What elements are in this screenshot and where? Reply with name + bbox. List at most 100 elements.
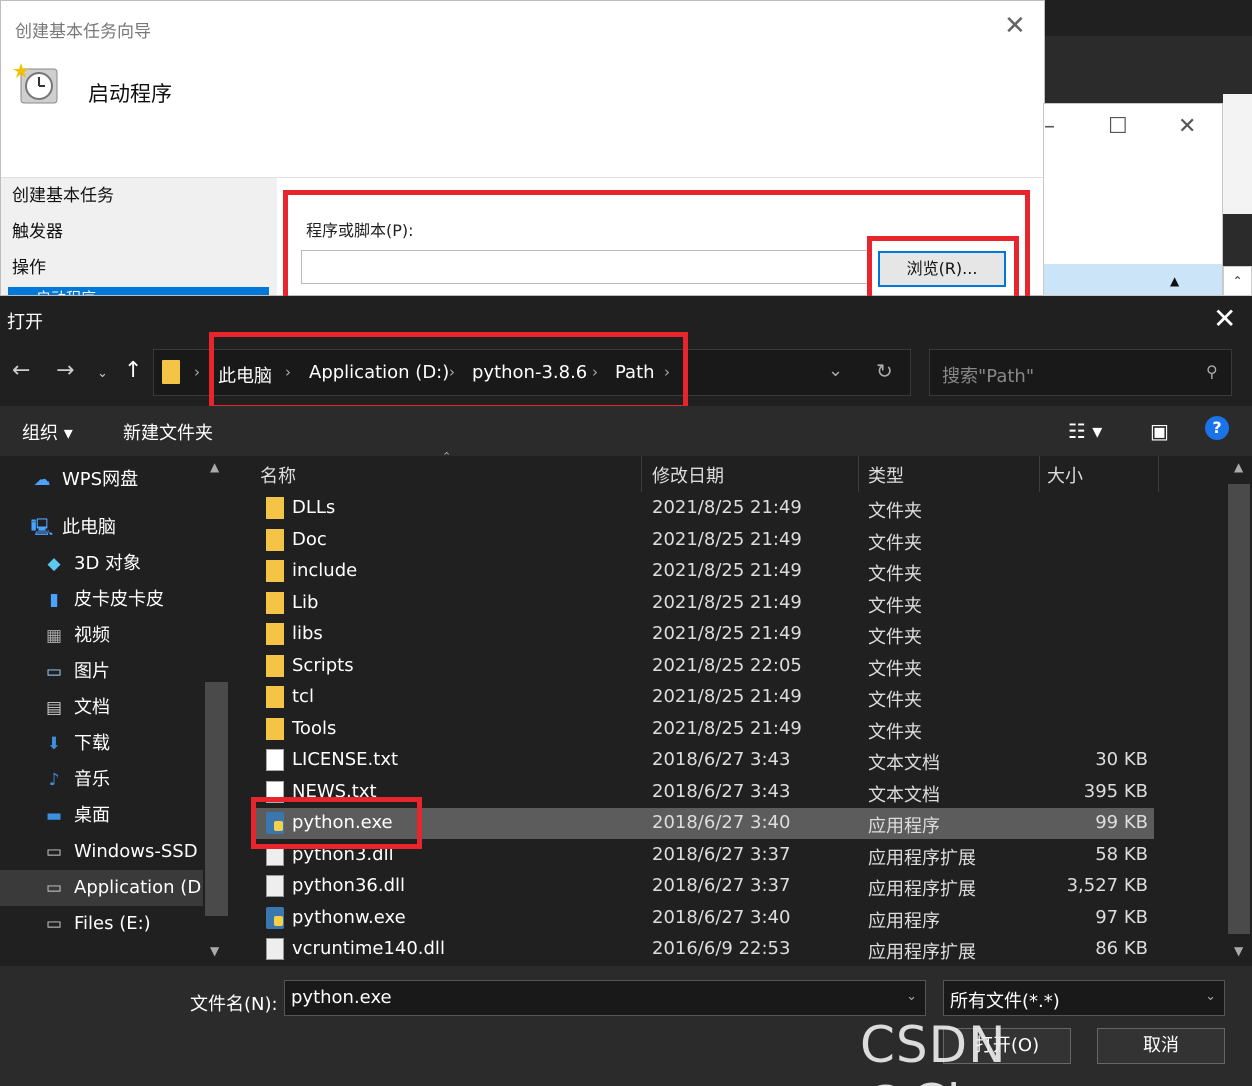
sidebar-item-label: 下载	[74, 733, 110, 754]
file-list-scrollbar[interactable]: ▲ ▼	[1226, 456, 1252, 966]
file-size: 3,527 KB	[1066, 875, 1148, 896]
file-date: 2021/8/25 21:49	[652, 591, 802, 613]
sidebar-item[interactable]: ▭ Files (E:)	[42, 906, 151, 942]
refresh-icon[interactable]: ↻	[876, 359, 893, 383]
new-folder-button[interactable]: 新建文件夹	[123, 419, 213, 445]
file-row[interactable]: libs 2021/8/25 21:49 文件夹	[256, 619, 1154, 650]
background-edge: ⌃	[1223, 36, 1252, 296]
column-divider[interactable]	[858, 456, 859, 492]
scroll-up-icon[interactable]: ▲	[1234, 460, 1243, 474]
folder-icon	[266, 623, 284, 645]
sidebar-item[interactable]: ▦ 视频	[42, 618, 110, 654]
view-options-icon[interactable]: ☷ ▾	[1068, 419, 1102, 443]
sidebar-item[interactable]: ▮ 皮卡皮卡皮	[42, 582, 164, 618]
column-divider[interactable]	[1158, 456, 1159, 492]
column-header-size[interactable]: 大小	[1047, 462, 1083, 488]
watermark: CSDN @Chorgy	[860, 1016, 1094, 1086]
search-icon[interactable]: ⚲	[1206, 362, 1218, 381]
search-placeholder: 搜索"Path"	[942, 366, 1035, 387]
scroll-down-icon[interactable]: ▼	[210, 944, 219, 958]
sidebar-item-label: 文档	[74, 697, 110, 718]
document-icon: ▤	[45, 698, 63, 718]
filename-value[interactable]: python.exe	[291, 987, 392, 1008]
up-arrow-icon[interactable]: ↑	[124, 358, 142, 383]
scroll-up-icon[interactable]: ⌃	[1223, 266, 1252, 296]
minimize-icon[interactable]: –	[1044, 114, 1055, 139]
sidebar-item[interactable]: ▭ Application (D:)	[0, 870, 214, 906]
dll-file-icon	[266, 875, 284, 897]
wizard-step-create[interactable]: 创建基本任务	[12, 181, 114, 206]
file-row[interactable]: Lib 2021/8/25 21:49 文件夹	[256, 588, 1154, 619]
cloud-icon: ☁	[33, 470, 51, 490]
file-row[interactable]: vcruntime140.dll 2016/6/9 22:53 应用程序扩展 86 K…	[256, 934, 1154, 965]
file-name: python36.dll	[292, 875, 406, 896]
chevron-right-icon[interactable]: ›	[194, 363, 200, 381]
preview-pane-icon[interactable]: ▣	[1150, 419, 1169, 443]
file-type-value[interactable]: 所有文件(*.*)	[950, 987, 1060, 1013]
file-row[interactable]: python36.dll 2018/6/27 3:37 应用程序扩展 3,527 KB	[256, 871, 1154, 902]
maximize-icon[interactable]: ☐	[1108, 114, 1128, 139]
file-row[interactable]: DLLs 2021/8/25 21:49 文件夹	[256, 493, 1154, 524]
file-row[interactable]: pythonw.exe 2018/6/27 3:40 应用程序 97 KB	[256, 903, 1154, 934]
file-name: vcruntime140.dll	[292, 938, 445, 959]
file-row[interactable]: Scripts 2021/8/25 22:05 文件夹	[256, 651, 1154, 682]
file-row[interactable]: LICENSE.txt 2018/6/27 3:43 文本文档 30 KB	[256, 745, 1154, 776]
wizard-step-trigger[interactable]: 触发器	[12, 217, 63, 242]
column-header-type[interactable]: 类型	[868, 462, 904, 488]
dialog-toolbar: 组织 ▾ 新建文件夹 ☷ ▾ ▣ ?	[0, 406, 1252, 456]
wizard-header: 启动程序	[88, 82, 172, 106]
dialog-title: 打开	[7, 312, 43, 333]
column-divider[interactable]	[641, 456, 642, 492]
file-type-select[interactable]: 所有文件(*.*) ⌄	[943, 980, 1225, 1016]
sidebar-item[interactable]: 🖳 此电脑	[30, 510, 116, 546]
sidebar-item[interactable]: ▬ 桌面	[42, 798, 110, 834]
sidebar-item[interactable]: ◆ 3D 对象	[42, 546, 141, 582]
dialog-close-icon[interactable]: ✕	[1213, 302, 1236, 336]
forward-arrow-icon[interactable]: →	[56, 358, 74, 383]
file-type: 应用程序	[868, 910, 940, 932]
file-row[interactable]: Doc 2021/8/25 21:49 文件夹	[256, 525, 1154, 556]
scroll-up-icon[interactable]: ▲	[1170, 274, 1179, 288]
chevron-down-icon[interactable]: ⌄	[1205, 989, 1216, 1004]
file-type: 应用程序扩展	[868, 879, 976, 900]
wizard-close-icon[interactable]: ✕	[1004, 11, 1026, 41]
column-header-date[interactable]: 修改日期	[652, 462, 724, 488]
column-header-name[interactable]: 名称	[260, 462, 296, 488]
help-icon[interactable]: ?	[1205, 416, 1229, 440]
close-icon[interactable]: ✕	[1178, 114, 1196, 139]
file-date: 2021/8/25 21:49	[652, 717, 802, 739]
sidebar-item[interactable]: ▭ 图片	[42, 654, 110, 690]
sidebar-item[interactable]: ▭ Windows-SSD (	[42, 834, 210, 870]
sidebar-scrollbar[interactable]: ▲ ▼	[203, 456, 230, 966]
file-row[interactable]: include 2021/8/25 21:49 文件夹	[256, 556, 1154, 587]
filename-input[interactable]: python.exe ⌄	[284, 980, 926, 1016]
wizard-step-start-program[interactable]: 启动程序	[8, 287, 269, 295]
sidebar-item[interactable]: ⬇ 下载	[42, 726, 110, 762]
address-dropdown-icon[interactable]: ⌄	[828, 360, 843, 381]
sidebar-scroll-thumb[interactable]	[205, 682, 228, 916]
file-list-scroll-thumb[interactable]	[1228, 484, 1250, 934]
file-row[interactable]: tcl 2021/8/25 21:49 文件夹	[256, 682, 1154, 713]
back-arrow-icon[interactable]: ←	[12, 358, 30, 383]
chevron-down-icon[interactable]: ⌄	[906, 989, 917, 1004]
sidebar-item[interactable]: ☁ WPS网盘	[30, 462, 139, 498]
file-date: 2018/6/27 3:40	[652, 906, 791, 928]
folder-icon	[266, 497, 284, 519]
video-icon: ▦	[45, 626, 63, 646]
sidebar-item[interactable]: ♪ 音乐	[42, 762, 110, 798]
scroll-down-icon[interactable]: ▼	[1234, 944, 1243, 958]
file-row[interactable]: Tools 2021/8/25 21:49 文件夹	[256, 714, 1154, 745]
open-file-dialog: 打开 ✕ ← → ⌄ ↑ › 此电脑 › Application (D:) › …	[0, 296, 1252, 1086]
recent-dropdown-icon[interactable]: ⌄	[97, 366, 108, 381]
file-list: 名称 ⌃ 修改日期 类型 大小 DLLs 2021/8/25 21:49 文件夹 Do…	[236, 450, 1226, 966]
file-type: 文件夹	[868, 690, 922, 711]
file-date: 2018/6/27 3:43	[652, 749, 791, 770]
wizard-step-action[interactable]: 操作	[12, 253, 46, 278]
column-divider[interactable]	[1039, 456, 1040, 492]
file-size: 99 KB	[1095, 812, 1148, 833]
music-icon: ♪	[48, 770, 60, 790]
sidebar-item[interactable]: ▤ 文档	[42, 690, 110, 726]
search-box[interactable]: 搜索"Path" ⚲	[929, 349, 1232, 396]
organize-button[interactable]: 组织 ▾	[22, 419, 73, 445]
scroll-up-icon[interactable]: ▲	[210, 460, 219, 474]
